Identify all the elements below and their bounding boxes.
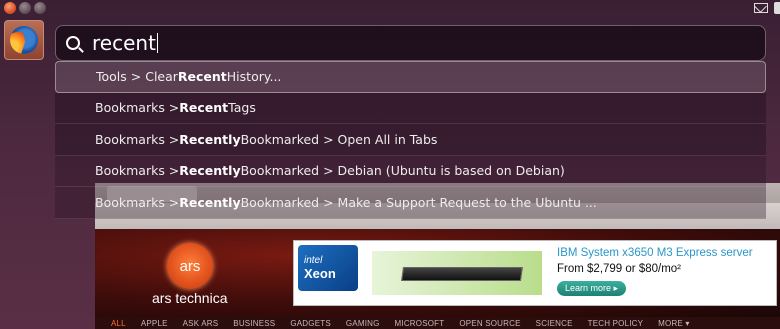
hud-result-item[interactable]: Bookmarks > Recent Tags [55, 92, 766, 124]
panel-indicator-icon[interactable] [774, 2, 780, 14]
ars-site-name[interactable]: ars technica [152, 290, 227, 306]
result-match: Recently [179, 131, 241, 147]
nav-item-tech-policy[interactable]: TECH POLICY [588, 319, 644, 328]
hud-result-item[interactable]: Bookmarks > Recently Bookmarked > Open A… [55, 124, 766, 156]
top-panel-indicators [754, 2, 780, 14]
firefox-logo-icon [10, 26, 38, 54]
intel-xeon-logo: intel Xeon [298, 245, 358, 291]
ars-logo-text: ars [179, 257, 201, 275]
window-controls [4, 2, 46, 14]
server-image [372, 251, 542, 295]
result-suffix: Bookmarked > Debian (Ubuntu is based on … [240, 163, 565, 179]
nav-item-more[interactable]: MORE ▾ [658, 319, 689, 328]
mail-icon[interactable] [754, 3, 768, 13]
result-suffix: History... [226, 69, 282, 85]
result-suffix: Bookmarked > Make a Support Request to t… [240, 194, 597, 210]
result-suffix: Tags [228, 100, 256, 116]
nav-item-microsoft[interactable]: MICROSOFT [395, 319, 445, 328]
result-prefix: Bookmarks > [95, 194, 180, 210]
server-rack-graphic [401, 267, 523, 281]
nav-item-apple[interactable]: APPLE [141, 319, 168, 328]
search-icon [66, 36, 80, 50]
nav-item-science[interactable]: SCIENCE [536, 319, 573, 328]
nav-item-open-source[interactable]: OPEN SOURCE [459, 319, 520, 328]
close-window-button[interactable] [4, 2, 16, 14]
result-match: Recently [179, 163, 241, 179]
ars-technica-page: ars ars technica intel Xeon IBM System x… [95, 229, 780, 329]
xeon-logo-text: Xeon [304, 266, 336, 281]
nav-item-ask-ars[interactable]: ASK ARS [183, 319, 219, 328]
result-suffix: Bookmarked > Open All in Tabs [240, 131, 438, 147]
ars-logo[interactable]: ars [167, 243, 213, 289]
nav-item-gaming[interactable]: GAMING [346, 319, 380, 328]
hud-results-list: Tools > Clear Recent History... Bookmark… [55, 61, 766, 219]
result-match: Recent [177, 69, 227, 85]
hud-search-box[interactable]: recent [55, 25, 766, 61]
result-match: Recent [179, 100, 229, 116]
nav-item-business[interactable]: BUSINESS [233, 319, 275, 328]
hud-result-item[interactable]: Tools > Clear Recent History... [55, 61, 766, 93]
result-prefix: Tools > Clear [96, 69, 178, 85]
hud-result-item[interactable]: Bookmarks > Recently Bookmarked > Debian… [55, 155, 766, 187]
ad-title[interactable]: IBM System x3650 M3 Express server [557, 247, 753, 259]
minimize-window-button[interactable] [19, 2, 31, 14]
hud-result-item[interactable]: Bookmarks > Recently Bookmarked > Make a… [55, 187, 766, 219]
text-caret [156, 33, 159, 53]
advertisement-banner[interactable]: intel Xeon IBM System x3650 M3 Express s… [293, 240, 777, 306]
nav-item-all[interactable]: ALL [111, 319, 126, 328]
ars-header: ars ars technica intel Xeon IBM System x… [95, 229, 780, 317]
ad-price: From $2,799 or $80/mo² [557, 263, 682, 275]
ars-nav-bar: ALL APPLE ASK ARS BUSINESS GADGETS GAMIN… [95, 317, 780, 329]
nav-item-gadgets[interactable]: GADGETS [290, 319, 331, 328]
firefox-app-icon [4, 20, 44, 60]
search-input[interactable]: recent [92, 31, 159, 55]
result-prefix: Bookmarks > [95, 163, 180, 179]
learn-more-button[interactable]: Learn more ▸ [557, 281, 627, 296]
result-prefix: Bookmarks > [95, 100, 180, 116]
maximize-window-button[interactable] [34, 2, 46, 14]
intel-logo-text: intel [304, 255, 323, 266]
result-prefix: Bookmarks > [95, 131, 180, 147]
result-match: Recently [179, 194, 241, 210]
